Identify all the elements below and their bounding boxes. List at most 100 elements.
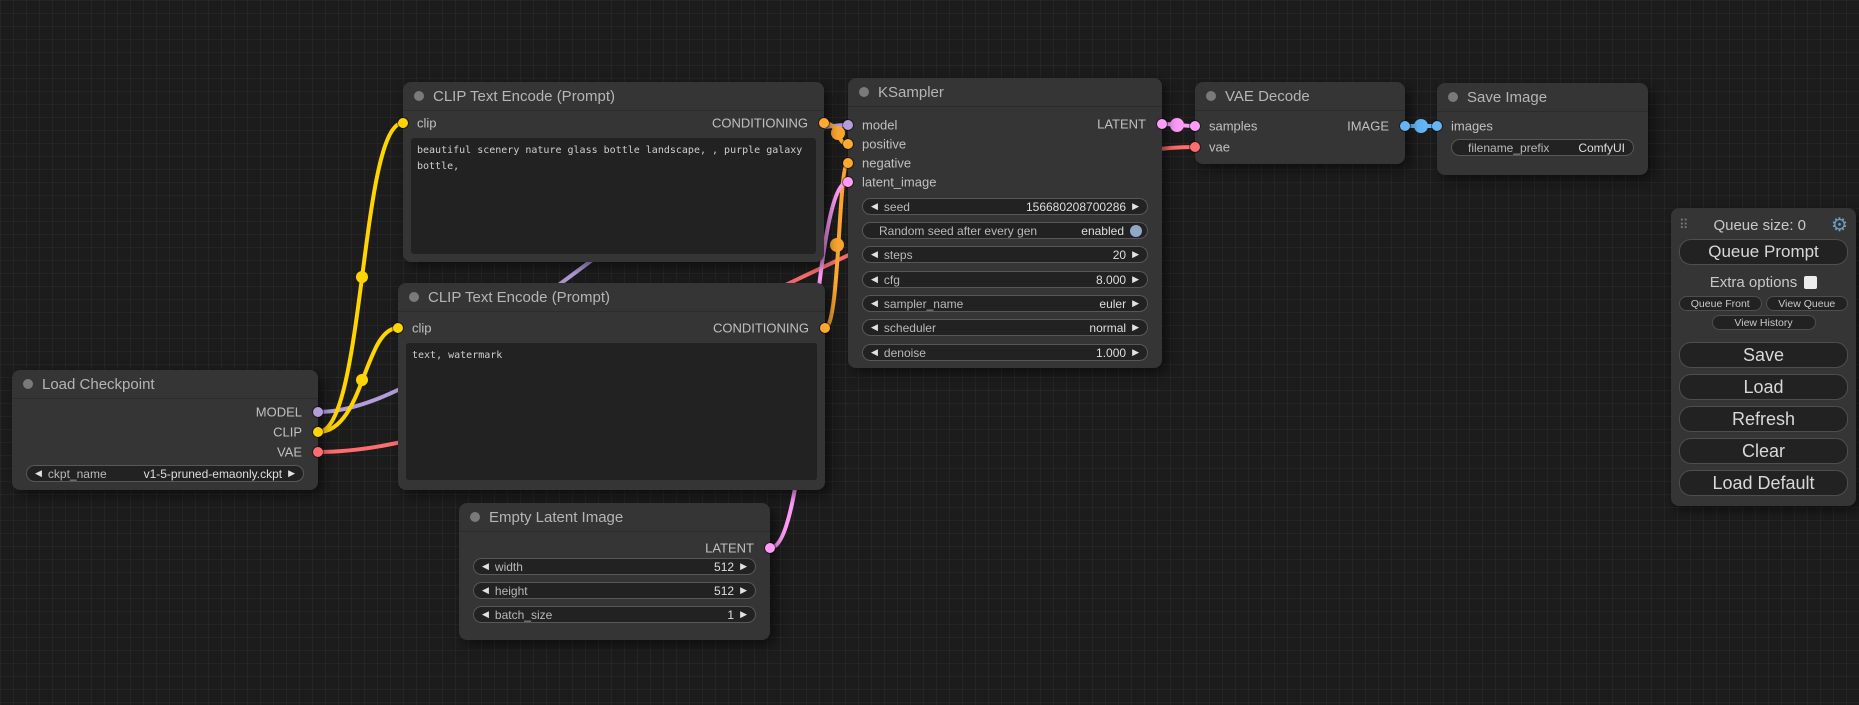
collapse-dot-icon[interactable]	[23, 379, 33, 389]
drag-handle-icon[interactable]: ⠿	[1679, 217, 1689, 233]
output-port-latent[interactable]	[765, 543, 775, 553]
output-port-conditioning[interactable]	[819, 118, 829, 128]
refresh-button[interactable]: Refresh	[1679, 406, 1848, 432]
prompt-textarea[interactable]: text, watermark	[406, 343, 817, 480]
increment-icon[interactable]: ▶	[740, 586, 747, 595]
link-midpoint-dot[interactable]	[831, 126, 845, 140]
widget-random-seed-toggle[interactable]: Random seed after every gen enabled	[862, 222, 1148, 239]
collapse-dot-icon[interactable]	[1448, 92, 1458, 102]
increment-icon[interactable]: ▶	[740, 610, 747, 619]
node-save-image[interactable]: Save Image images filename_prefix ComfyU…	[1437, 83, 1648, 175]
decrement-icon[interactable]: ◀	[35, 469, 42, 478]
queue-front-button[interactable]: Queue Front	[1679, 296, 1762, 311]
increment-icon[interactable]: ▶	[1132, 299, 1139, 308]
input-port-clip[interactable]	[398, 118, 408, 128]
prompt-textarea[interactable]: beautiful scenery nature glass bottle la…	[411, 138, 816, 254]
input-port-vae[interactable]	[1190, 142, 1200, 152]
node-load-checkpoint[interactable]: Load Checkpoint MODEL CLIP VAE ◀ ckpt_na…	[12, 370, 318, 490]
widget-value: 1.000	[1096, 346, 1126, 360]
node-title-bar[interactable]: VAE Decode	[1195, 82, 1405, 111]
collapse-dot-icon[interactable]	[409, 292, 419, 302]
output-port-vae[interactable]	[313, 447, 323, 457]
comfyui-canvas[interactable]: { "wire_colors": { "MODEL": "#B39DDB", "…	[0, 0, 1859, 705]
widget-filename-prefix[interactable]: filename_prefix ComfyUI	[1451, 139, 1634, 156]
output-port-conditioning[interactable]	[820, 323, 830, 333]
link-midpoint-dot[interactable]	[356, 374, 368, 386]
decrement-icon[interactable]: ◀	[871, 323, 878, 332]
decrement-icon[interactable]: ◀	[482, 586, 489, 595]
decrement-icon[interactable]: ◀	[871, 275, 878, 284]
output-label-image: IMAGE	[1347, 119, 1389, 134]
collapse-dot-icon[interactable]	[1206, 91, 1216, 101]
load-default-button[interactable]: Load Default	[1679, 470, 1848, 496]
input-port-positive[interactable]	[843, 139, 853, 149]
increment-icon[interactable]: ▶	[1132, 323, 1139, 332]
view-history-button[interactable]: View History	[1712, 315, 1816, 330]
output-port-clip[interactable]	[313, 427, 323, 437]
widget-height[interactable]: ◀ height 512 ▶	[473, 582, 756, 599]
link-midpoint-dot[interactable]	[830, 238, 844, 252]
output-port-latent[interactable]	[1157, 119, 1167, 129]
widget-scheduler[interactable]: ◀ scheduler normal ▶	[862, 319, 1148, 336]
decrement-icon[interactable]: ◀	[871, 202, 878, 211]
collapse-dot-icon[interactable]	[414, 91, 424, 101]
link-midpoint-dot[interactable]	[1414, 119, 1428, 133]
comfy-menu-panel[interactable]: ⠿ Queue size: 0 ⚙ Queue Prompt Extra opt…	[1671, 208, 1856, 506]
decrement-icon[interactable]: ◀	[871, 348, 878, 357]
input-port-latent-image[interactable]	[843, 177, 853, 187]
node-title-bar[interactable]: Empty Latent Image	[459, 503, 770, 532]
widget-steps[interactable]: ◀ steps 20 ▶	[862, 246, 1148, 263]
widget-batch-size[interactable]: ◀ batch_size 1 ▶	[473, 606, 756, 623]
node-title-bar[interactable]: Save Image	[1437, 83, 1648, 112]
output-port-model[interactable]	[313, 407, 323, 417]
input-label-latent-image: latent_image	[862, 175, 936, 190]
widget-seed[interactable]: ◀ seed 156680208700286 ▶	[862, 198, 1148, 215]
node-ksampler[interactable]: KSampler model positive negative latent_…	[848, 78, 1162, 368]
collapse-dot-icon[interactable]	[859, 87, 869, 97]
increment-icon[interactable]: ▶	[1132, 250, 1139, 259]
collapse-dot-icon[interactable]	[470, 512, 480, 522]
widget-sampler-name[interactable]: ◀ sampler_name euler ▶	[862, 295, 1148, 312]
decrement-icon[interactable]: ◀	[871, 250, 878, 259]
input-port-images[interactable]	[1432, 121, 1442, 131]
node-clip-text-encode-negative[interactable]: CLIP Text Encode (Prompt) clip CONDITION…	[398, 283, 825, 490]
output-port-image[interactable]	[1400, 121, 1410, 131]
widget-value: 512	[714, 584, 734, 598]
node-vae-decode[interactable]: VAE Decode samples vae IMAGE	[1195, 82, 1405, 164]
increment-icon[interactable]: ▶	[1132, 348, 1139, 357]
clear-button[interactable]: Clear	[1679, 438, 1848, 464]
extra-options-checkbox[interactable]	[1804, 276, 1817, 289]
toggle-knob-icon[interactable]	[1130, 225, 1142, 237]
view-queue-button[interactable]: View Queue	[1766, 296, 1849, 311]
decrement-icon[interactable]: ◀	[482, 610, 489, 619]
increment-icon[interactable]: ▶	[1132, 202, 1139, 211]
input-port-model[interactable]	[843, 120, 853, 130]
widget-denoise[interactable]: ◀ denoise 1.000 ▶	[862, 344, 1148, 361]
settings-gear-icon[interactable]: ⚙	[1831, 216, 1848, 235]
node-title-bar[interactable]: CLIP Text Encode (Prompt)	[403, 82, 824, 111]
node-clip-text-encode-positive[interactable]: CLIP Text Encode (Prompt) clip CONDITION…	[403, 82, 824, 262]
node-title-bar[interactable]: Load Checkpoint	[12, 370, 318, 399]
output-label-clip: CLIP	[273, 425, 302, 440]
input-label-negative: negative	[862, 156, 911, 171]
input-port-clip[interactable]	[393, 323, 403, 333]
input-port-negative[interactable]	[843, 158, 853, 168]
increment-icon[interactable]: ▶	[740, 562, 747, 571]
widget-label: ckpt_name	[48, 467, 107, 481]
input-port-samples[interactable]	[1190, 121, 1200, 131]
link-midpoint-dot[interactable]	[356, 271, 368, 283]
decrement-icon[interactable]: ◀	[482, 562, 489, 571]
node-empty-latent-image[interactable]: Empty Latent Image LATENT ◀ width 512 ▶ …	[459, 503, 770, 640]
node-title-bar[interactable]: CLIP Text Encode (Prompt)	[398, 283, 825, 312]
load-button[interactable]: Load	[1679, 374, 1848, 400]
widget-cfg[interactable]: ◀ cfg 8.000 ▶	[862, 271, 1148, 288]
widget-ckpt-name[interactable]: ◀ ckpt_name v1-5-pruned-emaonly.ckpt ▶	[26, 465, 304, 482]
link-midpoint-dot[interactable]	[1170, 118, 1184, 132]
widget-width[interactable]: ◀ width 512 ▶	[473, 558, 756, 575]
queue-prompt-button[interactable]: Queue Prompt	[1679, 239, 1848, 265]
save-button[interactable]: Save	[1679, 342, 1848, 368]
increment-icon[interactable]: ▶	[1132, 275, 1139, 284]
increment-icon[interactable]: ▶	[288, 469, 295, 478]
decrement-icon[interactable]: ◀	[871, 299, 878, 308]
node-title-bar[interactable]: KSampler	[848, 78, 1162, 107]
